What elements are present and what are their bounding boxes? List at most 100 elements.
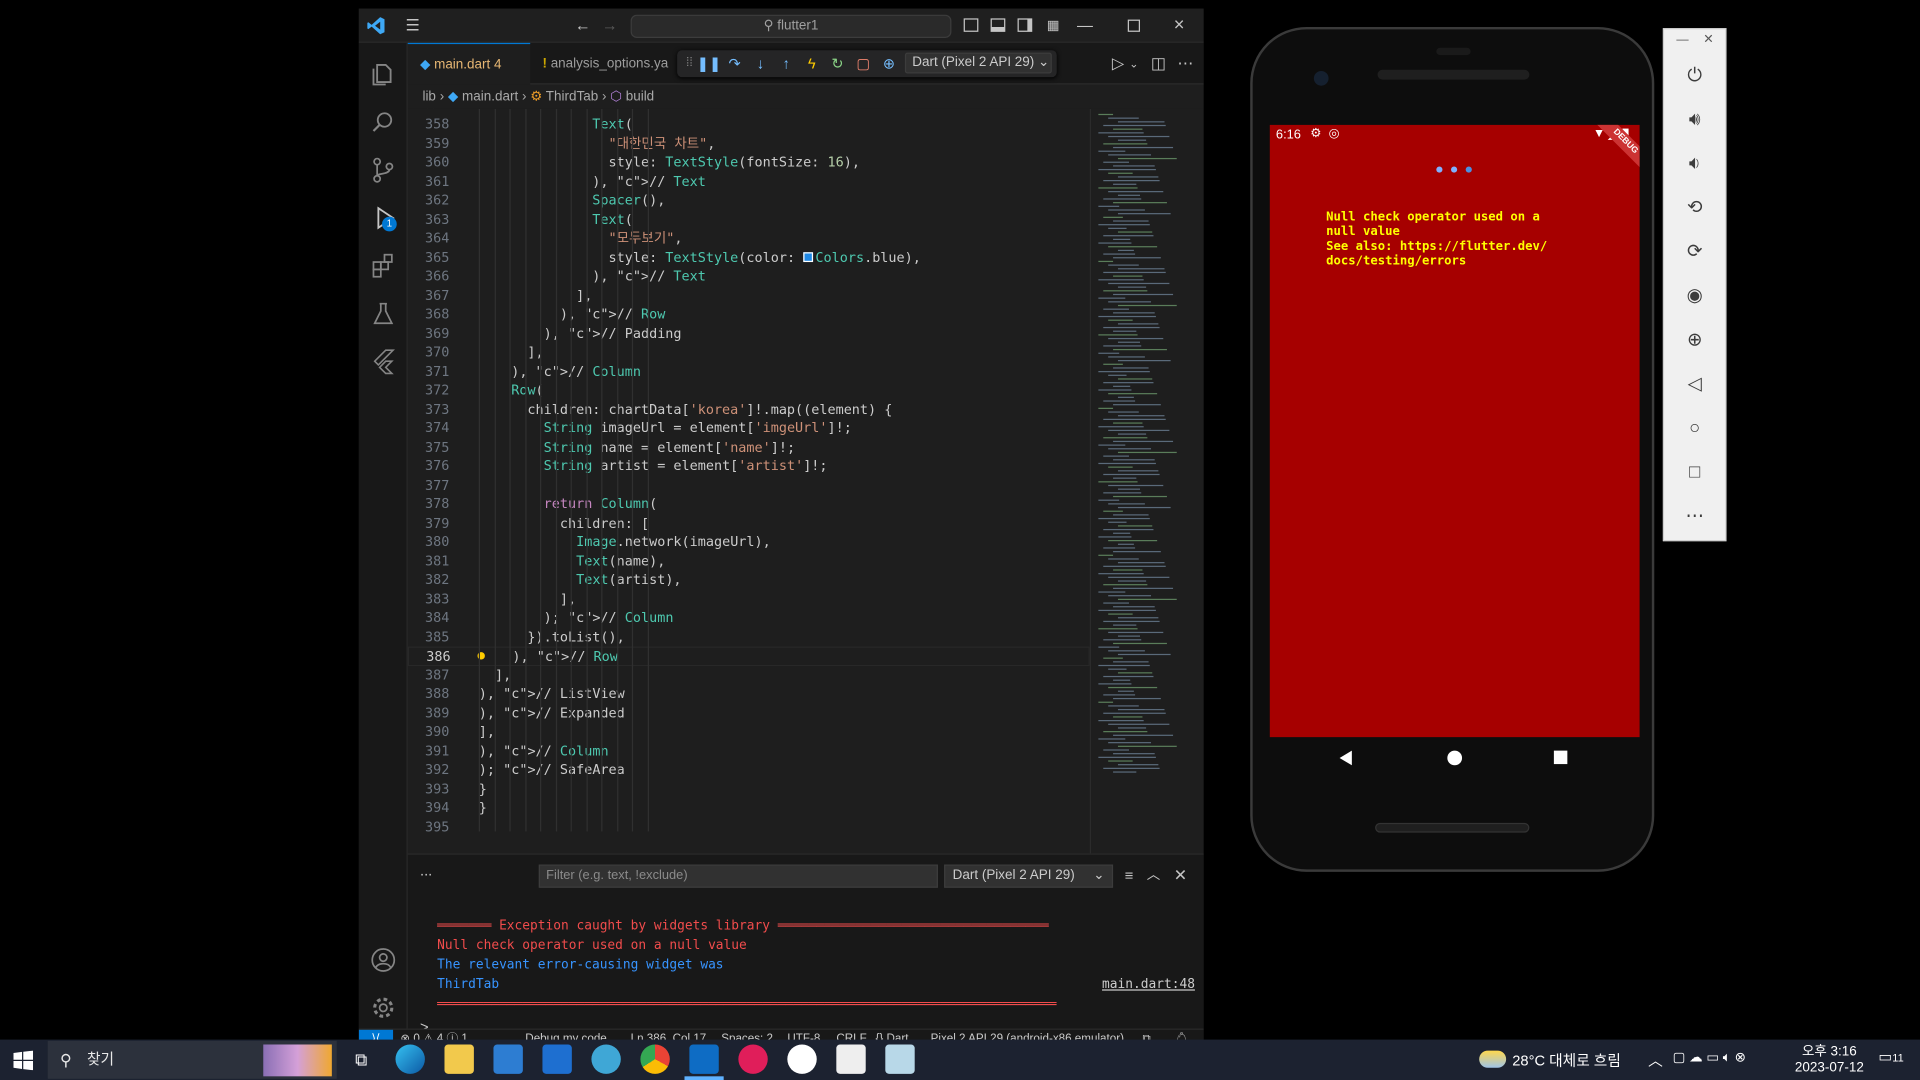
panel-more-icon[interactable]: ... [420,862,432,879]
menu-icon[interactable]: ☰ [399,9,426,43]
flutter-icon[interactable] [370,348,397,375]
volume-up-icon[interactable]: 🔊︎ [1681,107,1708,134]
close-emulator-icon[interactable]: ✕ [1703,33,1713,46]
devtools-icon[interactable]: ⊕ [877,50,901,77]
minimize-emulator-icon[interactable]: — [1676,33,1688,46]
windows-start-icon[interactable] [13,1050,34,1071]
rotate-right-icon[interactable]: ⟳ [1681,239,1708,266]
source-link[interactable]: main.dart:48 [1102,977,1195,992]
edge-browser-icon[interactable] [395,1044,425,1074]
minimap[interactable] [1089,108,1204,854]
back-icon[interactable] [1339,750,1352,766]
restart-icon[interactable]: ↻ [825,50,849,77]
android-status-bar: 6:16 ⚙ ◎ ▼ ◢ [1270,125,1640,145]
console-error-header: ═══════ Exception caught by widgets libr… [437,918,1049,934]
clock: 6:16 [1275,127,1301,143]
console-device-select[interactable]: Dart (Pixel 2 API 29) ⌄ [944,864,1114,888]
rotate-left-icon[interactable]: ⟲ [1681,195,1708,222]
line-number: 376 [425,457,450,474]
pause-icon[interactable]: ❚❚ [697,50,722,77]
taskbar-clock[interactable]: 오후 3:16 2023-07-12 [1790,1041,1868,1075]
tray-icons[interactable]: ▢ ☁ ▭ 🔈︎ ⊗ [1673,1049,1746,1066]
testing-icon[interactable] [370,300,397,327]
notification-center-icon[interactable]: ▭11 [1878,1048,1903,1065]
overview-icon[interactable]: □ [1681,459,1708,486]
line-number: 370 [425,344,450,361]
split-editor-icon[interactable]: ◫ [1145,47,1172,81]
minimap-line [1108,154,1152,156]
code-editor[interactable]: 358 Text(359 "대한민국 차트", 360 style: TextSt… [407,108,1090,854]
minimap-line [1113,477,1137,479]
taskbar-search-box[interactable]: ⚲ 찾기 [47,1040,337,1079]
accounts-icon[interactable] [370,947,397,974]
more-actions-icon[interactable]: ⋯ [1172,47,1199,81]
tray-expand-icon[interactable]: ︿ [1648,1049,1663,1070]
more-icon[interactable]: ⋯ [1681,503,1708,530]
customize-layout-icon[interactable]: ▦ [1040,9,1067,43]
search-icon[interactable] [370,109,397,136]
app-icon[interactable] [787,1044,817,1074]
step-out-icon[interactable]: ↑ [774,50,798,77]
home-icon[interactable] [1447,750,1463,766]
minimap-line [1113,495,1167,498]
minimap-line [1117,231,1153,233]
breadcrumb-file[interactable]: main.dart [462,89,518,104]
minimap-line [1098,609,1156,612]
step-over-icon[interactable]: ↷ [722,50,746,77]
volume-down-icon[interactable]: 🔉︎ [1681,151,1708,178]
extensions-icon[interactable] [370,252,397,279]
task-view-icon[interactable]: ⧉ [347,1044,376,1073]
chrome-icon[interactable] [640,1044,670,1074]
android-studio-icon[interactable] [885,1044,915,1074]
close-window-icon[interactable]: × [1166,9,1193,43]
indent-guide [509,108,511,832]
store-icon[interactable] [493,1044,523,1074]
debug-device-select[interactable]: Dart (Pixel 2 API 29) ⌄ [904,52,1052,74]
code-text: style: TextStyle(color: Colors.blue), [478,249,921,266]
home-icon[interactable]: ○ [1681,415,1708,442]
stop-icon[interactable]: ▢ [851,50,875,77]
back-icon[interactable]: ◁ [1681,371,1708,398]
back-arrow-icon[interactable]: ← [569,9,596,43]
phone-screen[interactable]: 6:16 ⚙ ◎ ▼ ◢ DEBUG Null check operator u… [1269,124,1640,738]
clear-console-icon[interactable]: ≡ [1116,858,1143,892]
chevron-right-icon: › [439,89,448,105]
run-dropdown-icon[interactable]: ⌄ [1120,47,1147,81]
line-number: 395 [425,818,450,835]
hot-reload-icon[interactable]: ϟ [800,50,824,77]
console-filter-input[interactable]: Filter (e.g. text, !exclude) [538,864,938,888]
breadcrumb-lib[interactable]: lib [422,89,435,104]
settings-gear-icon[interactable] [370,994,397,1021]
flutter-app-icon[interactable] [591,1044,621,1074]
vscode-taskbar-icon[interactable] [689,1044,719,1074]
toggle-secondary-sidebar-icon[interactable] [1017,18,1033,32]
zoom-icon[interactable]: ⊕ [1681,327,1708,354]
mail-icon[interactable] [542,1044,572,1074]
power-icon[interactable]: ⏻ [1681,62,1708,89]
weather-text[interactable]: 28°C 대체로 흐림 [1512,1049,1621,1070]
breadcrumb-class[interactable]: ThirdTab [546,89,598,104]
forward-arrow-icon[interactable]: → [596,9,623,43]
maximize-icon[interactable] [1127,19,1141,32]
desktop: ☰ ← → ⚲ flutter1 ▦ — × 1 ◆ main.dart 4 !… [0,0,1920,1080]
run-debug-icon[interactable]: 1 [370,204,397,232]
indent-guide [570,108,572,832]
minimize-icon[interactable]: — [1071,9,1098,43]
minimap-line [1117,194,1141,196]
breadcrumb-method[interactable]: build [626,89,654,104]
file-explorer-icon[interactable] [444,1044,474,1074]
tab-main-dart[interactable]: ◆ main.dart 4 ✕ [407,42,531,114]
toggle-sidebar-icon[interactable] [963,18,979,32]
close-panel-icon[interactable]: ✕ [1167,858,1194,892]
explorer-icon[interactable] [370,61,397,88]
notion-icon[interactable] [836,1044,866,1074]
step-into-icon[interactable]: ↓ [748,50,772,77]
toggle-panel-icon[interactable] [990,18,1006,32]
overview-icon[interactable] [1553,750,1568,765]
slack-icon[interactable] [738,1044,768,1074]
command-center-search[interactable]: ⚲ flutter1 [630,14,952,38]
source-control-icon[interactable] [370,157,397,184]
maximize-panel-icon[interactable]: ︿ [1140,858,1167,892]
camera-icon[interactable]: ◉ [1681,283,1708,310]
minimap-line [1103,437,1148,439]
